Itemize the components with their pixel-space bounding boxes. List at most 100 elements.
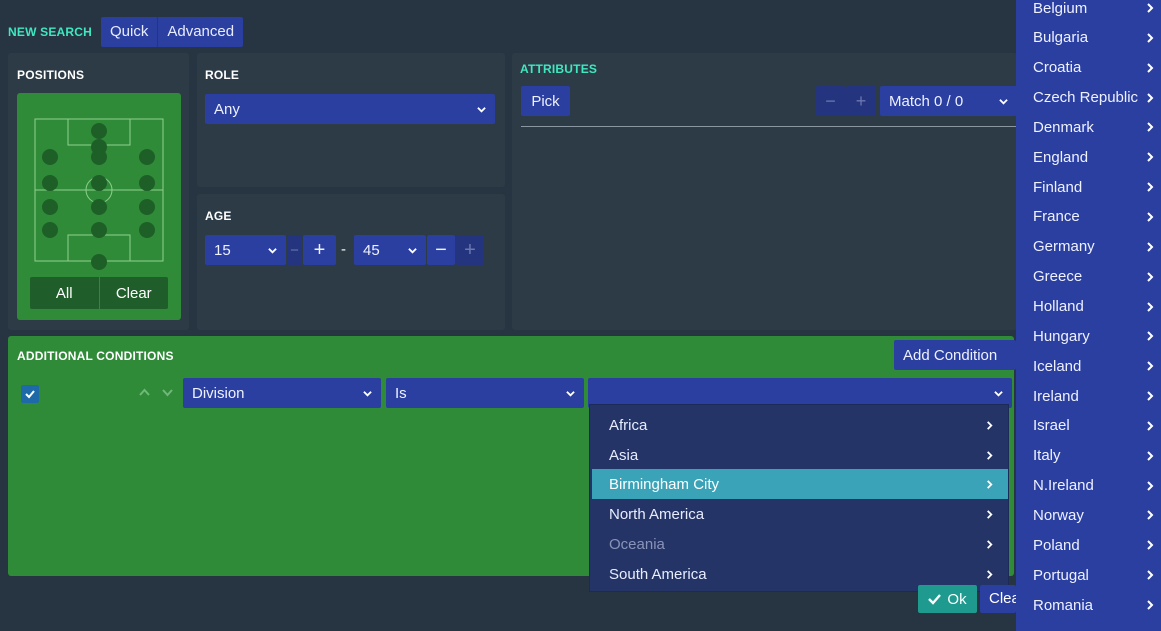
chevron-right-icon [1147, 3, 1154, 13]
position-dot[interactable] [91, 175, 107, 191]
country-item[interactable]: Hungary [1016, 321, 1161, 351]
country-item[interactable]: Finland [1016, 172, 1161, 202]
country-item-label: Italy [1033, 447, 1061, 465]
country-item-label: Germany [1033, 238, 1095, 256]
country-item-label: Denmark [1033, 118, 1094, 136]
chevron-right-icon [987, 420, 993, 430]
position-dot[interactable] [139, 222, 155, 238]
division-dropdown-menu: Africa Asia Birmingham City North Americ… [589, 404, 1009, 592]
position-dot[interactable] [139, 149, 155, 165]
country-submenu: Belgium Bulgaria Croatia Czech Republic Denm… [1016, 0, 1161, 631]
age-min-value: 15 [214, 241, 231, 259]
attributes-divider [521, 126, 1017, 127]
country-item[interactable]: Israel [1016, 411, 1161, 441]
country-item[interactable]: Holland [1016, 292, 1161, 322]
position-dot[interactable] [42, 175, 58, 191]
age-range-separator: - [341, 241, 346, 258]
role-select[interactable]: Any [205, 94, 495, 124]
dropdown-item-label: Africa [609, 416, 648, 434]
position-dot[interactable] [91, 123, 107, 139]
chevron-right-icon [1147, 122, 1154, 133]
age-min-decrement-button[interactable]: − [287, 235, 302, 265]
dropdown-item-asia[interactable]: Asia [592, 440, 1008, 470]
position-dot[interactable] [42, 199, 58, 215]
pitch-selector[interactable]: All Clear [17, 93, 181, 320]
condition-field-select[interactable]: Division [183, 378, 381, 408]
dropdown-item-africa[interactable]: Africa [592, 410, 1008, 440]
dropdown-item-oceania[interactable]: Oceania [592, 529, 1008, 559]
clear-positions-button[interactable]: Clear [100, 277, 169, 309]
chevron-right-icon [1147, 361, 1154, 371]
country-item[interactable]: N.Ireland [1016, 471, 1161, 501]
age-max-select[interactable]: 45 [354, 235, 426, 265]
move-down-icon[interactable] [162, 388, 173, 397]
position-dot[interactable] [91, 199, 107, 215]
country-item[interactable]: Bulgaria [1016, 23, 1161, 53]
country-item[interactable]: Portugal [1016, 560, 1161, 590]
tab-quick[interactable]: Quick [101, 17, 159, 47]
country-item-label: Finland [1033, 178, 1083, 196]
age-max-value: 45 [363, 241, 380, 259]
dropdown-item-label: Birmingham City [609, 475, 720, 493]
country-item-label: Holland [1033, 298, 1084, 315]
attributes-title: ATTRIBUTES [520, 62, 598, 76]
additional-conditions-title: ADDITIONAL CONDITIONS [17, 349, 174, 363]
country-item[interactable]: Croatia [1016, 53, 1161, 83]
condition-enabled-checkbox[interactable] [21, 385, 39, 403]
chevron-down-icon [477, 106, 486, 113]
condition-operator-select[interactable]: Is [386, 378, 584, 408]
chevron-right-icon [1147, 62, 1154, 73]
country-item[interactable]: Norway [1016, 500, 1161, 530]
dropdown-item-north-america[interactable]: North America [592, 499, 1008, 529]
age-max-increment-button[interactable]: + [456, 235, 484, 265]
chevron-down-icon [999, 98, 1008, 105]
chevron-down-icon [994, 390, 1003, 397]
position-dot[interactable] [91, 222, 107, 238]
country-item[interactable]: England [1016, 142, 1161, 172]
country-item[interactable]: Greece [1016, 262, 1161, 292]
country-item[interactable]: Belgium [1016, 0, 1161, 23]
country-item[interactable]: Germany [1016, 232, 1161, 262]
country-item[interactable]: Romania [1016, 590, 1161, 620]
country-item[interactable]: Iceland [1016, 351, 1161, 381]
country-item[interactable]: Italy [1016, 441, 1161, 471]
position-dot[interactable] [42, 149, 58, 165]
country-item-label: France [1033, 208, 1080, 226]
country-item[interactable]: Czech Republic [1016, 83, 1161, 113]
country-item[interactable]: Ireland [1016, 381, 1161, 411]
position-dot[interactable] [139, 199, 155, 215]
country-item[interactable]: Denmark [1016, 112, 1161, 142]
match-increment-button[interactable]: + [846, 86, 876, 116]
move-up-icon[interactable] [139, 388, 150, 397]
country-item-label: Portugal [1033, 566, 1089, 584]
chevron-right-icon [1147, 33, 1154, 43]
ok-button[interactable]: Ok [918, 585, 977, 613]
chevron-right-icon [1147, 451, 1154, 461]
dropdown-item-birmingham-city[interactable]: Birmingham City [592, 469, 1008, 499]
position-dot[interactable] [139, 175, 155, 191]
positions-title: POSITIONS [17, 68, 85, 82]
chevron-right-icon [1147, 152, 1154, 162]
add-condition-button[interactable]: Add Condition [894, 340, 1016, 370]
country-item-label: Belgium [1033, 0, 1088, 17]
chevron-right-icon [1147, 510, 1154, 521]
dropdown-item-label: South America [609, 565, 707, 583]
chevron-right-icon [1147, 301, 1154, 312]
chevron-right-icon [1147, 92, 1154, 103]
chevron-down-icon [268, 247, 277, 254]
select-all-positions-button[interactable]: All [30, 277, 100, 309]
age-min-increment-button[interactable]: + [303, 235, 336, 265]
age-max-decrement-button[interactable]: − [427, 235, 455, 265]
position-dot[interactable] [91, 254, 107, 270]
clear-search-button[interactable]: Clea [980, 585, 1016, 613]
position-dot[interactable] [91, 149, 107, 165]
match-select[interactable]: Match 0 / 0 [880, 86, 1017, 116]
pick-attributes-button[interactable]: Pick [521, 86, 570, 116]
match-decrement-button[interactable]: − [816, 86, 845, 116]
position-dot[interactable] [42, 222, 58, 238]
chevron-right-icon [1147, 570, 1154, 580]
tab-advanced[interactable]: Advanced [158, 17, 243, 47]
country-item[interactable]: Poland [1016, 530, 1161, 560]
age-min-select[interactable]: 15 [205, 235, 286, 265]
country-item[interactable]: France [1016, 202, 1161, 232]
